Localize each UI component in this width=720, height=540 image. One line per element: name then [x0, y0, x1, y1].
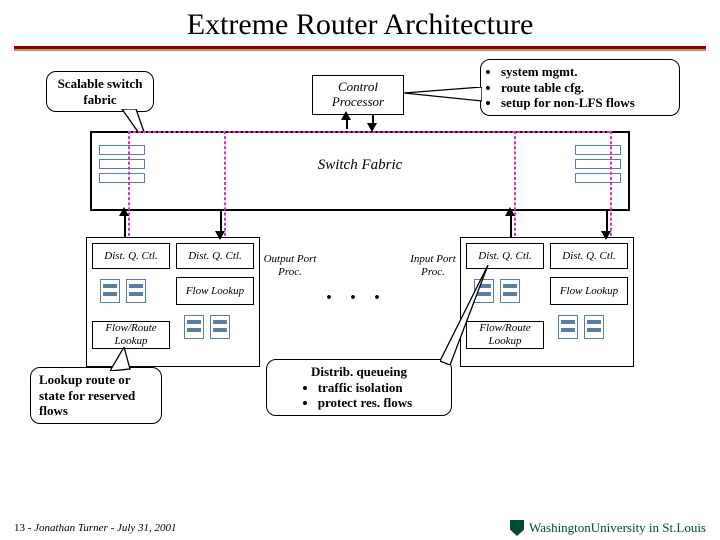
left-q3: [184, 315, 204, 339]
pink-dash-2: [224, 131, 226, 241]
callout-distq: Distrib. queueing traffic isolation prot…: [266, 359, 452, 416]
footer: 13 - Jonathan Turner - July 31, 2001: [14, 522, 177, 534]
sysmgmt-item-3: setup for non-LFS flows: [501, 95, 671, 111]
sysmgmt-item-1: system mgmt.: [501, 64, 671, 80]
distq-tail: [440, 265, 496, 365]
diagram-canvas: Control Processor system mgmt. route tab…: [0, 51, 720, 491]
right-flowlookup: Flow Lookup: [550, 277, 628, 305]
pink-dash-4: [610, 131, 612, 241]
title-rule: [14, 46, 706, 49]
pink-dash-h: [128, 131, 610, 133]
callout-scalable: Scalable switch fabric: [46, 71, 154, 112]
card-arrow-r1-up: [505, 207, 515, 216]
sysmgmt-tail: [404, 87, 482, 107]
slide-title: Extreme Router Architecture: [0, 0, 720, 46]
left-q4: [210, 315, 230, 339]
callout-sysmgmt: system mgmt. route table cfg. setup for …: [480, 59, 680, 116]
left-q2: [126, 279, 146, 303]
left-distq-2: Dist. Q. Ctl.: [176, 243, 254, 269]
sysmgmt-item-2: route table cfg.: [501, 80, 671, 96]
left-distq-1: Dist. Q. Ctl.: [92, 243, 170, 269]
card-arrow-l1-up: [119, 207, 129, 216]
right-q3: [558, 315, 578, 339]
output-port-proc-label: Output Port Proc.: [262, 243, 318, 289]
pink-dash-1: [128, 131, 130, 241]
callout-lookup: Lookup route or state for reserved flows: [30, 367, 162, 424]
cp-arrow-up: [341, 111, 351, 120]
ellipsis-icon: . . .: [326, 279, 386, 306]
card-arrow-r2-dn: [601, 231, 611, 240]
left-flowlookup: Flow Lookup: [176, 277, 254, 305]
switch-fabric-label: Switch Fabric: [300, 157, 420, 174]
fabric-port-right: [572, 141, 624, 199]
right-q4: [584, 315, 604, 339]
right-q2: [500, 279, 520, 303]
distq-item-1: traffic isolation: [318, 380, 412, 396]
wustl-text: WashingtonUniversity in St.Louis: [529, 520, 706, 536]
distq-heading: Distrib. queueing: [275, 364, 443, 380]
footer-page: 13: [14, 522, 25, 534]
left-flowroute: Flow/Route Lookup: [92, 321, 170, 349]
shield-icon: [510, 520, 524, 536]
distq-item-2: protect res. flows: [318, 395, 412, 411]
card-arrow-l2-dn: [215, 231, 225, 240]
pink-dash-3: [514, 131, 516, 241]
control-processor-box: Control Processor: [312, 75, 404, 115]
left-q1: [100, 279, 120, 303]
footer-sep: -: [25, 522, 34, 534]
right-distq-2: Dist. Q. Ctl.: [550, 243, 628, 269]
fabric-port-left: [96, 141, 148, 199]
footer-author: Jonathan Turner - July 31, 2001: [34, 522, 176, 534]
lookup-tail: [110, 347, 140, 371]
wustl-logo: WashingtonUniversity in St.Louis: [510, 520, 706, 536]
